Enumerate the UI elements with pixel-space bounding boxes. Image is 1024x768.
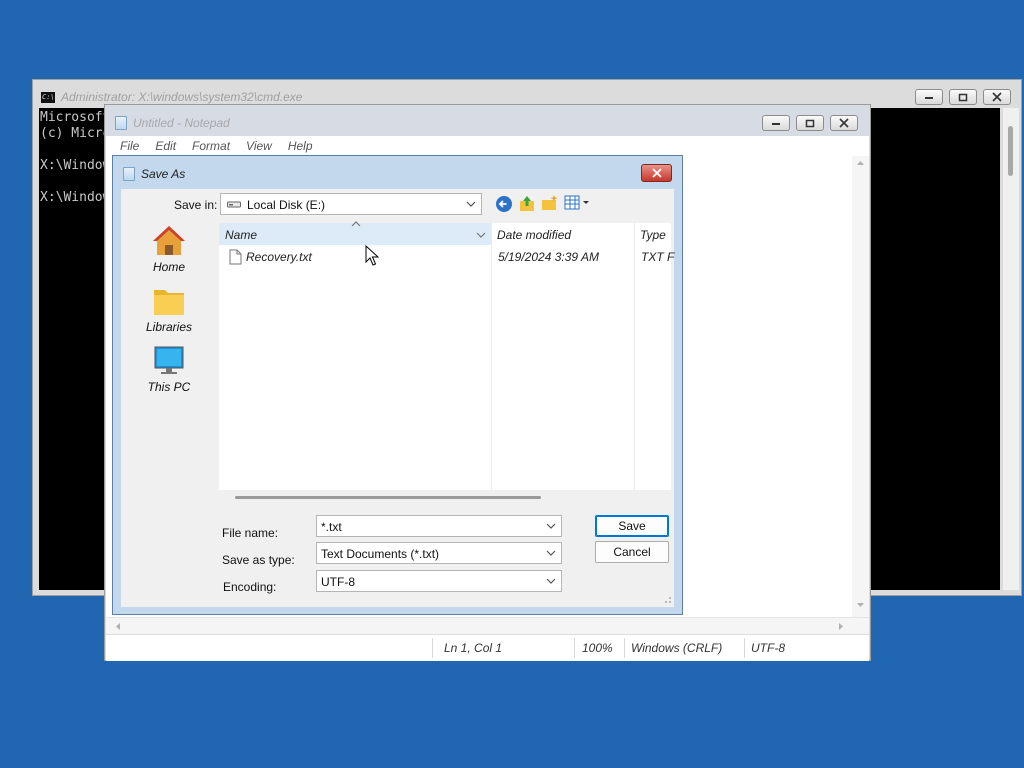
file-type: TXT F [641,250,675,264]
notepad-icon [123,167,135,181]
notepad-maximize-button[interactable] [796,115,824,131]
notepad-minimize-button[interactable] [762,115,790,131]
notepad-vertical-scrollbar[interactable] [852,156,869,617]
file-list-hscroll-thumb[interactable] [235,496,541,499]
place-this-pc-label: This PC [147,380,191,394]
resize-grip-icon[interactable] [662,594,672,604]
cmd-scroll-thumb[interactable] [1008,126,1013,176]
hscroll-arrows-icon [116,623,843,630]
text-file-icon [229,249,242,265]
status-position: Ln 1, Col 1 [444,641,503,655]
save-in-dropdown[interactable]: Local Disk (E:) [220,193,482,215]
chevron-down-icon [546,578,556,584]
new-folder-icon[interactable] [541,194,559,212]
status-separator [744,638,745,658]
save-as-type-label: Save as type: [222,553,295,567]
restore-icon [805,119,815,128]
dialog-title: Save As [141,167,186,181]
save-as-dialog: Save As Save in: Local Disk (E:) Home Li… [112,155,683,615]
cmd-maximize-button[interactable] [949,89,977,105]
file-name-input[interactable]: *.txt [316,515,562,537]
file-date: 5/19/2024 3:39 AM [498,250,599,264]
save-as-type-value: Text Documents (*.txt) [321,547,440,561]
drive-icon [227,201,241,208]
menu-file[interactable]: File [120,139,139,153]
back-icon[interactable] [495,195,513,213]
file-name-label: File name: [222,526,279,540]
save-in-label: Save in: [174,198,218,212]
status-separator [624,638,625,658]
cmd-minimize-button[interactable] [915,89,943,105]
column-header-date[interactable]: Date modified [491,223,634,245]
menu-format[interactable]: Format [192,139,230,153]
menu-help[interactable]: Help [288,139,313,153]
save-in-value: Local Disk (E:) [247,198,326,212]
chevron-down-icon [476,232,486,238]
menu-edit[interactable]: Edit [155,139,176,153]
mouse-cursor-icon [365,245,379,266]
place-libraries[interactable]: Libraries [129,285,209,334]
menu-view[interactable]: View [246,139,272,153]
column-header-type[interactable]: Type [634,223,671,245]
file-list[interactable]: Name Date modified Type Recovery.txt 5/1… [219,221,675,490]
notepad-close-button[interactable] [830,115,858,131]
cmd-titlebar[interactable]: C:\ Administrator: X:\windows\system32\c… [41,90,302,104]
notepad-titlebar[interactable]: Untitled - Notepad [115,116,230,130]
libraries-folder-icon [154,290,184,315]
minimize-icon [772,123,780,125]
status-separator [432,638,433,658]
minimize-icon [925,97,933,99]
dialog-titlebar[interactable]: Save As [123,167,185,181]
file-row[interactable]: Recovery.txt 5/19/2024 3:39 AM TXT F [219,247,675,267]
scroll-arrows-icon [857,161,864,607]
notepad-menubar: File Edit Format View Help [106,136,869,156]
status-encoding: UTF-8 [751,641,785,655]
close-icon [839,118,849,128]
close-icon [651,168,662,178]
encoding-label: Encoding: [223,580,277,594]
column-header-name[interactable]: Name [219,221,491,245]
column-date-label: Date modified [497,228,572,242]
this-pc-icon [154,346,184,374]
dialog-close-button[interactable] [641,164,672,182]
chevron-down-icon [466,201,476,207]
column-type-label: Type [640,228,666,242]
chevron-down-icon [546,550,556,556]
cmd-title: Administrator: X:\windows\system32\cmd.e… [61,90,303,104]
encoding-value: UTF-8 [321,575,355,589]
places-bar: Home Libraries This PC [129,223,209,483]
sort-ascending-icon [351,221,361,227]
file-name-value: *.txt [321,520,342,534]
cmd-scrollbar[interactable] [1003,108,1019,590]
save-as-type-dropdown[interactable]: Text Documents (*.txt) [316,542,562,564]
notepad-icon [115,116,127,130]
place-libraries-label: Libraries [145,320,193,334]
status-zoom: 100% [582,641,613,655]
place-home-label: Home [152,260,185,274]
status-separator [574,638,575,658]
close-icon [992,92,1002,102]
place-this-pc[interactable]: This PC [129,345,209,394]
view-menu-icon[interactable] [564,195,592,211]
cancel-button[interactable]: Cancel [595,541,669,563]
file-name: Recovery.txt [246,250,312,264]
notepad-statusbar: Ln 1, Col 1 100% Windows (CRLF) UTF-8 [106,634,869,661]
restore-icon [958,93,968,102]
chevron-down-icon [546,523,556,529]
cmd-icon: C:\ [41,91,55,103]
notepad-title: Untitled - Notepad [133,116,230,130]
home-icon [153,226,185,255]
up-folder-icon[interactable] [518,194,536,212]
place-home[interactable]: Home [129,223,209,274]
dialog-body: Save in: Local Disk (E:) Home Libraries … [121,189,674,607]
column-name-label: Name [225,228,258,242]
save-button[interactable]: Save [595,515,669,537]
status-line-ending: Windows (CRLF) [631,641,723,655]
notepad-horizontal-scrollbar[interactable] [106,617,869,635]
cmd-close-button[interactable] [983,89,1011,105]
encoding-dropdown[interactable]: UTF-8 [316,570,562,592]
